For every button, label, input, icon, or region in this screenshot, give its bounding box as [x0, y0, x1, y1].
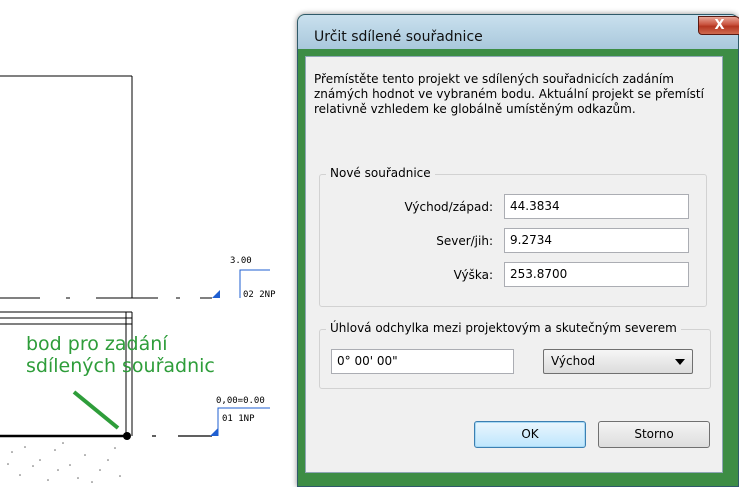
- cancel-button[interactable]: Storno: [598, 421, 710, 448]
- north-south-input[interactable]: 9.2734: [504, 228, 689, 253]
- close-icon: X: [714, 18, 725, 33]
- elevation-label: Výška:: [453, 268, 493, 282]
- new-coordinates-group-label: Nové souřadnice: [326, 166, 435, 180]
- level-upper-value: 3.00: [230, 256, 252, 266]
- level-lower-name: 01 1NP: [222, 414, 255, 424]
- direction-selected-value: Východ: [551, 354, 596, 368]
- dialog-description: Přemístěte tento projekt ve sdílených so…: [314, 72, 704, 116]
- annotation-arrow: [72, 390, 120, 430]
- shared-point-marker: [123, 432, 131, 440]
- dialog-titlebar[interactable]: Určit sdílené souřadnice X: [298, 15, 739, 49]
- elevation-input[interactable]: 253.8700: [504, 262, 689, 287]
- shared-coordinates-dialog: Určit sdílené souřadnice X Přemístěte te…: [297, 14, 739, 487]
- annotation-line-1: bod pro zadání: [26, 333, 168, 355]
- level-upper-name: 02 2NP: [243, 290, 276, 300]
- level-lower-value: 0,00=0.00: [216, 396, 265, 406]
- east-west-label: Východ/západ:: [404, 200, 493, 214]
- angle-group-label: Úhlová odchylka mezi projektovým a skute…: [326, 321, 681, 335]
- close-button[interactable]: X: [698, 16, 739, 35]
- ground-hatch: [7, 442, 121, 483]
- east-west-input[interactable]: 44.3834: [504, 194, 689, 219]
- direction-dropdown[interactable]: Východ: [543, 349, 693, 374]
- chevron-down-icon: [675, 359, 685, 365]
- angle-input[interactable]: 0° 00' 00": [331, 349, 514, 374]
- north-south-label: Sever/jih:: [436, 234, 493, 248]
- dialog-client-area: Přemístěte tento projekt ve sdílených so…: [305, 56, 723, 473]
- dialog-title: Určit sdílené souřadnice: [314, 29, 483, 45]
- annotation-line-2: sdílených souřadnic: [26, 355, 215, 377]
- ok-button[interactable]: OK: [474, 421, 586, 448]
- annotation-text: bod pro zadání sdílených souřadnic: [26, 333, 215, 377]
